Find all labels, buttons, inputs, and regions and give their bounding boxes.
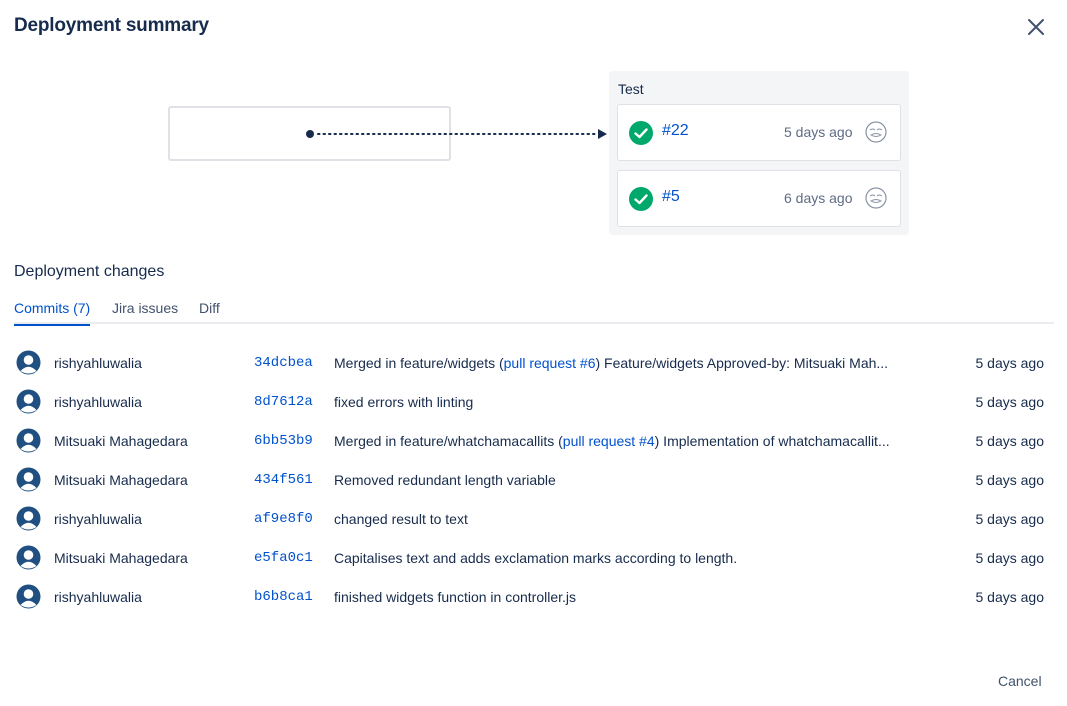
environment-panel: Test #22 5 days ago #5 6 days ago [609, 71, 909, 235]
commit-row: rishyahluwalia 8d7612a fixed errors with l… [0, 389, 1067, 428]
deployment-number-link[interactable]: #22 [662, 122, 689, 140]
user-avatar-icon [16, 545, 41, 570]
commit-time: 5 days ago [975, 355, 1045, 371]
commit-author: Mitsuaki Mahagedara [54, 433, 188, 449]
success-check-icon [629, 121, 653, 145]
commit-message-text: Capitalises text and adds exclamation ma… [334, 550, 738, 566]
commit-message-text: fixed errors with linting [334, 394, 474, 410]
commit-hash-link[interactable]: 8d7612a [254, 394, 313, 410]
deployment-time: 6 days ago [784, 190, 853, 206]
commit-message: fixed errors with linting [334, 394, 914, 410]
commit-time: 5 days ago [975, 394, 1045, 410]
commit-time: 5 days ago [975, 472, 1045, 488]
user-avatar-icon [16, 506, 41, 531]
commit-message: finished widgets function in controller.… [334, 589, 914, 605]
commit-row: Mitsuaki Mahagedara e5fa0c1 Capitalises te… [0, 545, 1067, 584]
avatar [16, 389, 41, 414]
commit-time: 5 days ago [975, 511, 1045, 527]
commit-hash-link[interactable]: af9e8f0 [254, 511, 313, 527]
deployer-avatar-icon [865, 121, 887, 143]
avatar [16, 545, 41, 570]
commit-message-text: changed result to text [334, 511, 468, 527]
deployer-avatar-icon [865, 187, 887, 209]
commit-hash-link[interactable]: b6b8ca1 [254, 589, 313, 605]
commit-message-text: Removed redundant length variable [334, 472, 556, 488]
commit-author: Mitsuaki Mahagedara [54, 472, 188, 488]
deployment-card[interactable]: #5 6 days ago [617, 170, 901, 227]
commit-hash-link[interactable]: 34dcbea [254, 355, 313, 371]
tab-commits[interactable]: Commits (7) [14, 300, 91, 326]
pull-request-link[interactable]: pull request #6 [504, 355, 596, 371]
commit-time: 5 days ago [975, 433, 1045, 449]
user-avatar-icon [16, 350, 41, 375]
user-avatar-icon [16, 389, 41, 414]
commit-author: rishyahluwalia [54, 355, 142, 371]
tab-jira-issues[interactable]: Jira issues [112, 300, 178, 324]
environment-name: Test [618, 81, 644, 97]
commit-message-text: finished widgets function in controller.… [334, 589, 577, 605]
deployment-time: 5 days ago [784, 124, 853, 140]
commit-author: rishyahluwalia [54, 394, 142, 410]
user-avatar-icon [16, 584, 41, 609]
pipeline-connector [306, 129, 607, 139]
success-check-icon [629, 187, 653, 211]
user-avatar-icon [16, 428, 41, 453]
avatar [16, 467, 41, 492]
commit-author: rishyahluwalia [54, 589, 142, 605]
avatar [16, 350, 41, 375]
commit-row: rishyahluwalia b6b8ca1 finished widgets fu… [0, 584, 1067, 623]
commit-message: Removed redundant length variable [334, 472, 914, 488]
commit-message: changed result to text [334, 511, 914, 527]
commit-message: Merged in feature/widgets (pull request … [334, 355, 914, 371]
commit-message: Capitalises text and adds exclamation ma… [334, 550, 914, 566]
deployment-number-link[interactable]: #5 [662, 188, 680, 206]
commit-message-text: Merged in feature/whatchamacallits ( [334, 433, 563, 449]
deployment-card[interactable]: #22 5 days ago [617, 104, 901, 161]
commit-message: Merged in feature/whatchamacallits (pull… [334, 433, 914, 449]
tab-bar: Commits (7) Jira issues Diff [14, 300, 1054, 326]
commit-row: rishyahluwalia af9e8f0 changed result to t… [0, 506, 1067, 545]
avatar [16, 428, 41, 453]
commit-time: 5 days ago [975, 550, 1045, 566]
commit-author: Mitsuaki Mahagedara [54, 550, 188, 566]
close-icon [1028, 19, 1044, 35]
commit-message-text: ) Implementation of whatchamacallit... [654, 433, 890, 449]
commit-hash-link[interactable]: 6bb53b9 [254, 433, 313, 449]
commit-row: Mitsuaki Mahagedara 6bb53b9 Merged in feat… [0, 428, 1067, 467]
commit-row: rishyahluwalia 34dcbea Merged in feature/w… [0, 350, 1067, 389]
pull-request-link[interactable]: pull request #4 [563, 433, 655, 449]
user-avatar-icon [16, 467, 41, 492]
section-title: Deployment changes [14, 263, 165, 280]
commit-message-text: ) Feature/widgets Approved-by: Mitsuaki … [595, 355, 889, 371]
commit-hash-link[interactable]: e5fa0c1 [254, 550, 313, 566]
close-button[interactable] [1022, 13, 1050, 41]
avatar [16, 506, 41, 531]
commit-author: rishyahluwalia [54, 511, 142, 527]
commit-message-text: Merged in feature/widgets ( [334, 355, 504, 371]
avatar [16, 584, 41, 609]
commit-hash-link[interactable]: 434f561 [254, 472, 313, 488]
dialog-title: Deployment summary [14, 15, 209, 36]
cancel-button[interactable]: Cancel [998, 673, 1042, 689]
commit-row: Mitsuaki Mahagedara 434f561 Removed redund… [0, 467, 1067, 506]
commit-time: 5 days ago [975, 589, 1045, 605]
tab-diff[interactable]: Diff [199, 300, 220, 324]
